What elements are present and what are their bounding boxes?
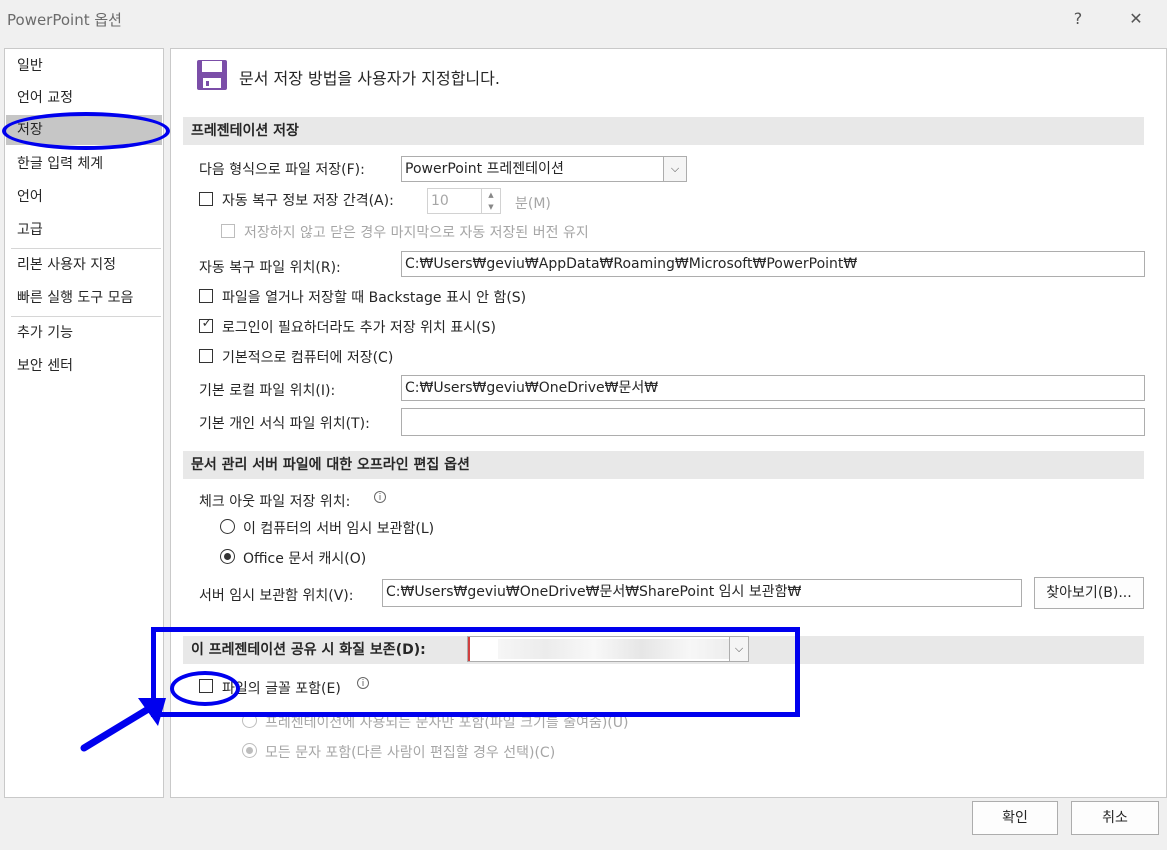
annotation-rectangle xyxy=(151,627,800,717)
sidebar-item-advanced[interactable]: 고급 xyxy=(6,215,162,245)
template-location-label: 기본 개인 서식 파일 위치(T): xyxy=(199,416,370,432)
show-locations-checkbox[interactable]: ✓ xyxy=(199,316,213,333)
page-title: 문서 저장 방법을 사용자가 지정합니다. xyxy=(239,69,500,88)
dialog-title: PowerPoint 옵션 xyxy=(7,11,122,29)
spin-buttons[interactable]: ▲ ▼ xyxy=(481,189,500,213)
spin-up-icon[interactable]: ▲ xyxy=(482,189,500,201)
autorecover-label: 자동 복구 정보 저장 간격(A): xyxy=(222,193,394,209)
floppy-disk-icon xyxy=(196,59,228,91)
annotation-arrow-icon xyxy=(80,698,166,752)
office-cache-radio[interactable] xyxy=(220,549,235,564)
backstage-checkbox[interactable] xyxy=(199,289,213,303)
checkmark-icon: ✓ xyxy=(201,316,213,331)
section-offline-editing: 문서 관리 서버 파일에 대한 오프라인 편집 옵션 xyxy=(183,451,1144,479)
drafts-location-label: 서버 임시 보관함 위치(V): xyxy=(199,588,354,604)
sidebar-item-general[interactable]: 일반 xyxy=(6,51,162,81)
office-cache-label: Office 문서 캐시(O) xyxy=(243,551,367,567)
save-to-computer-label: 기본적으로 컴퓨터에 저장(C) xyxy=(222,350,394,366)
save-format-select[interactable]: PowerPoint 프레젠테이션 ⌵ xyxy=(401,156,687,182)
autorecover-checkbox[interactable] xyxy=(199,192,213,206)
chevron-down-icon: ⌵ xyxy=(663,157,686,181)
all-chars-label: 모든 문자 포함(다른 사람이 편집할 경우 선택)(C) xyxy=(265,745,556,761)
browse-button[interactable]: 찾아보기(B)... xyxy=(1034,577,1144,609)
keep-last-version-checkbox[interactable] xyxy=(221,224,235,238)
sidebar-item-add-ins[interactable]: 추가 기능 xyxy=(6,318,162,348)
sidebar-item-language[interactable]: 언어 xyxy=(6,182,162,212)
sidebar-divider xyxy=(11,248,161,249)
autorecover-location-input[interactable]: C:₩Users₩geviu₩AppData₩Roaming₩Microsoft… xyxy=(401,251,1145,277)
local-location-input[interactable]: C:₩Users₩geviu₩OneDrive₩문서₩ xyxy=(401,375,1145,401)
drafts-location-input[interactable]: C:₩Users₩geviu₩OneDrive₩문서₩SharePoint 임시… xyxy=(382,579,1022,607)
autorecover-minutes-input[interactable]: 10 ▲ ▼ xyxy=(427,188,501,214)
keep-last-version-label: 저장하지 않고 닫은 경우 마지막으로 자동 저장된 버전 유지 xyxy=(244,225,589,241)
sidebar-item-customize-ribbon[interactable]: 리본 사용자 지정 xyxy=(6,250,162,280)
all-chars-radio[interactable] xyxy=(242,743,257,758)
info-icon: i xyxy=(374,491,386,503)
save-format-value: PowerPoint 프레젠테이션 xyxy=(405,161,564,177)
sidebar-item-quick-access-toolbar[interactable]: 빠른 실행 도구 모음 xyxy=(6,283,162,313)
server-drafts-radio[interactable] xyxy=(220,519,235,534)
save-format-label: 다음 형식으로 파일 저장(F): xyxy=(199,162,365,178)
backstage-label: 파일을 열거나 저장할 때 Backstage 표시 안 함(S) xyxy=(222,290,527,306)
options-sidebar: 일반 언어 교정 저장 한글 입력 체계 언어 고급 리본 사용자 지정 빠른 … xyxy=(4,48,164,798)
checkout-location-label: 체크 아웃 파일 저장 위치: xyxy=(199,494,351,510)
close-button[interactable]: ✕ xyxy=(1122,6,1150,32)
show-locations-label: 로그인이 필요하더라도 추가 저장 위치 표시(S) xyxy=(222,320,496,336)
sidebar-item-trust-center[interactable]: 보안 센터 xyxy=(6,351,162,381)
local-location-label: 기본 로컬 파일 위치(I): xyxy=(199,383,336,399)
annotation-oval xyxy=(2,112,170,150)
help-button[interactable]: ? xyxy=(1064,6,1092,32)
sidebar-divider xyxy=(11,316,161,317)
save-to-computer-checkbox[interactable] xyxy=(199,349,213,363)
cancel-button[interactable]: 취소 xyxy=(1071,801,1159,835)
spin-down-icon[interactable]: ▼ xyxy=(482,201,500,213)
autorecover-unit: 분(M) xyxy=(515,196,551,212)
section-presentation-save: 프레젠테이션 저장 xyxy=(183,117,1144,145)
annotation-oval xyxy=(170,671,240,706)
template-location-input[interactable] xyxy=(401,408,1145,436)
sidebar-item-proofing[interactable]: 언어 교정 xyxy=(6,83,162,113)
autorecover-minutes-value: 10 xyxy=(431,193,449,209)
ok-button[interactable]: 확인 xyxy=(972,801,1058,835)
server-drafts-label: 이 컴퓨터의 서버 임시 보관함(L) xyxy=(243,521,435,537)
sidebar-item-korean-input[interactable]: 한글 입력 체계 xyxy=(6,149,162,179)
autorecover-location-label: 자동 복구 파일 위치(R): xyxy=(199,260,341,276)
